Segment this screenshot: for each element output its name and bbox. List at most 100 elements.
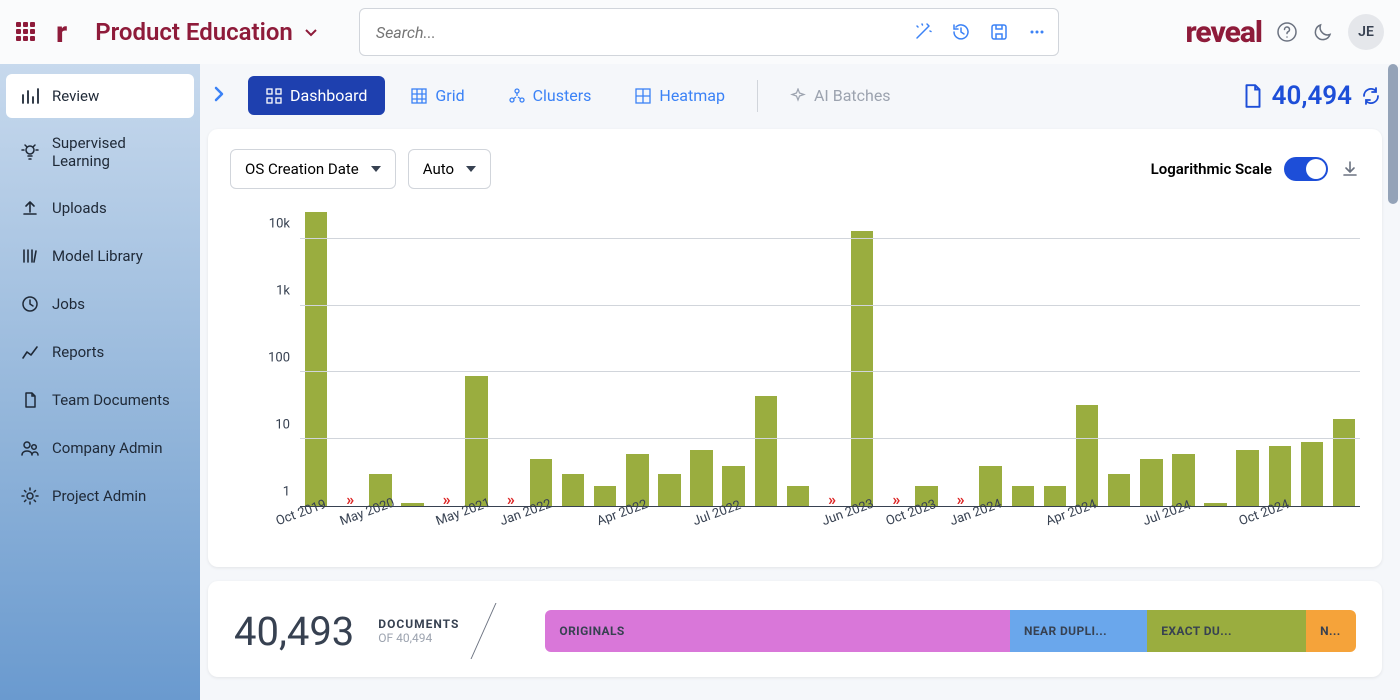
workspace-name: Product Education xyxy=(95,18,293,46)
grid-icon xyxy=(411,88,427,104)
bar[interactable] xyxy=(1044,486,1066,506)
caret-down-icon xyxy=(371,166,381,172)
library-icon xyxy=(20,246,40,266)
bar[interactable] xyxy=(1140,459,1162,506)
save-icon[interactable] xyxy=(989,22,1009,42)
tab-label: Heatmap xyxy=(659,86,725,105)
sidebar-item-label: Supervised Learning xyxy=(52,134,180,170)
bar[interactable] xyxy=(1269,446,1291,506)
magic-wand-icon[interactable] xyxy=(913,22,933,42)
divider xyxy=(471,603,526,659)
segment[interactable]: NEAR DUPLI... xyxy=(1010,610,1147,652)
bar[interactable] xyxy=(1236,450,1258,506)
bar[interactable] xyxy=(658,474,680,506)
sidebar-item-uploads[interactable]: Uploads xyxy=(6,186,194,230)
tab-dashboard[interactable]: Dashboard xyxy=(248,76,385,115)
bar[interactable] xyxy=(1108,474,1130,506)
tab-label: Dashboard xyxy=(290,86,367,105)
history-icon[interactable] xyxy=(951,22,971,42)
y-tick: 1k xyxy=(276,283,290,298)
app-grid-icon[interactable] xyxy=(16,22,36,42)
summary-card: 40,493 DOCUMENTS OF 40,494 ORIGINALSNEAR… xyxy=(208,581,1382,677)
document-icon xyxy=(20,390,40,410)
sidebar-item-label: Project Admin xyxy=(52,487,146,505)
bar[interactable] xyxy=(465,376,487,507)
tab-label: Grid xyxy=(435,86,464,105)
tab-label: AI Batches xyxy=(814,86,891,105)
y-tick: 100 xyxy=(268,351,290,366)
sidebar-item-team-documents[interactable]: Team Documents xyxy=(6,378,194,422)
sidebar-item-label: Jobs xyxy=(52,295,85,313)
sidebar-item-label: Model Library xyxy=(52,247,143,265)
sidebar-item-project-admin[interactable]: Project Admin xyxy=(6,474,194,518)
bar[interactable] xyxy=(1076,405,1098,506)
scrollbar[interactable] xyxy=(1388,64,1398,700)
help-icon[interactable] xyxy=(1276,21,1298,43)
sidebar-item-review[interactable]: Review xyxy=(6,74,194,118)
sidebar-item-model-library[interactable]: Model Library xyxy=(6,234,194,278)
chevron-down-icon xyxy=(303,24,319,40)
summary-sub: OF 40,494 xyxy=(378,631,459,645)
tab-clusters[interactable]: Clusters xyxy=(491,76,610,115)
interval-selector[interactable]: Auto xyxy=(408,149,491,189)
view-tabs: Dashboard Grid Clusters Heatmap AI Batch… xyxy=(248,76,1382,115)
field-selector[interactable]: OS Creation Date xyxy=(230,149,396,189)
more-icon[interactable] xyxy=(1027,22,1047,42)
brand-mark-icon: r xyxy=(56,15,67,50)
main: Dashboard Grid Clusters Heatmap AI Batch… xyxy=(200,64,1400,700)
download-icon[interactable] xyxy=(1340,159,1360,179)
bar[interactable] xyxy=(851,231,873,506)
sparkle-icon xyxy=(790,88,806,104)
field-selector-value: OS Creation Date xyxy=(245,160,359,178)
bar[interactable] xyxy=(690,450,712,506)
bar-chart-icon xyxy=(20,86,40,106)
top-bar: r Product Education reveal JE xyxy=(0,0,1400,64)
bar[interactable] xyxy=(1301,442,1323,506)
collapse-sidebar-icon[interactable] xyxy=(212,84,226,104)
avatar[interactable]: JE xyxy=(1348,14,1384,50)
segment[interactable]: N... xyxy=(1306,610,1356,652)
sidebar-item-label: Team Documents xyxy=(52,391,170,409)
chart-card: OS Creation Date Auto Logarithmic Scale … xyxy=(208,129,1382,567)
moon-icon[interactable] xyxy=(1312,21,1334,43)
heatmap-icon xyxy=(635,88,651,104)
clock-icon xyxy=(20,294,40,314)
workspace-switcher[interactable]: Product Education xyxy=(95,18,319,46)
sidebar-item-jobs[interactable]: Jobs xyxy=(6,282,194,326)
y-tick: 1 xyxy=(283,485,290,500)
bar[interactable] xyxy=(1204,503,1226,506)
tab-grid[interactable]: Grid xyxy=(393,76,482,115)
sidebar-item-label: Reports xyxy=(52,343,104,361)
caret-down-icon xyxy=(466,166,476,172)
dashboard-icon xyxy=(266,88,282,104)
divider xyxy=(757,80,758,112)
sidebar-item-company-admin[interactable]: Company Admin xyxy=(6,426,194,470)
bar[interactable] xyxy=(787,486,809,506)
bar[interactable] xyxy=(305,212,327,506)
tab-heatmap[interactable]: Heatmap xyxy=(617,76,743,115)
y-tick: 10 xyxy=(275,418,290,433)
bar[interactable] xyxy=(1333,419,1355,506)
doc-count: 40,494 xyxy=(1242,81,1382,111)
sidebar-item-label: Uploads xyxy=(52,199,107,217)
chart-line-icon xyxy=(20,342,40,362)
interval-selector-value: Auto xyxy=(423,160,454,178)
bar[interactable] xyxy=(594,486,616,506)
sidebar-item-supervised-learning[interactable]: Supervised Learning xyxy=(6,122,194,182)
segment[interactable]: ORIGINALS xyxy=(545,610,1010,652)
bar[interactable] xyxy=(755,396,777,506)
segment-bar: ORIGINALSNEAR DUPLI...EXACT DU...N... xyxy=(545,610,1356,652)
summary-count: 40,493 xyxy=(234,608,354,655)
refresh-icon[interactable] xyxy=(1360,85,1382,107)
bar[interactable] xyxy=(401,503,423,506)
bar[interactable] xyxy=(562,474,584,506)
document-icon xyxy=(1242,83,1264,109)
brand-word: reveal xyxy=(1186,15,1263,50)
sidebar-item-reports[interactable]: Reports xyxy=(6,330,194,374)
doc-count-value: 40,494 xyxy=(1272,81,1352,111)
tab-ai-batches[interactable]: AI Batches xyxy=(772,76,909,115)
segment[interactable]: EXACT DU... xyxy=(1147,610,1306,652)
log-scale-toggle[interactable] xyxy=(1284,157,1328,181)
bulb-icon xyxy=(20,142,40,162)
bar[interactable] xyxy=(1012,486,1034,506)
